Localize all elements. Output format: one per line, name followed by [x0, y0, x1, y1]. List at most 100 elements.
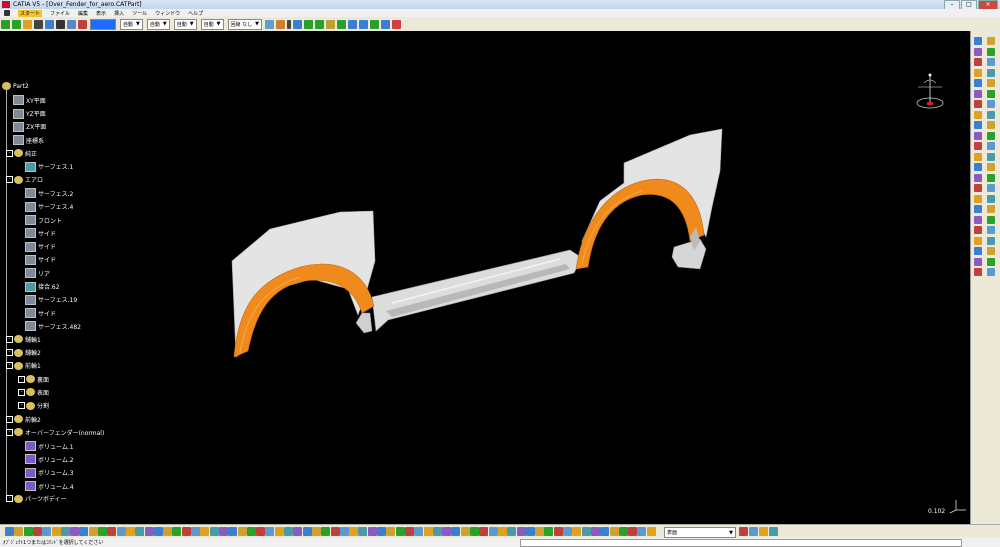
zoom-icon[interactable] [45, 19, 54, 29]
print-icon[interactable] [488, 527, 498, 536]
menu-view[interactable]: 表示 [96, 10, 106, 17]
extrude-icon[interactable] [336, 19, 346, 29]
save-icon[interactable] [107, 527, 117, 536]
spline-icon[interactable] [303, 19, 313, 29]
circle-icon[interactable] [974, 142, 982, 150]
sketch-icon[interactable] [377, 527, 386, 536]
tree-item[interactable]: YZ平面 [6, 108, 46, 119]
measure-icon[interactable] [56, 19, 65, 29]
open-icon[interactable] [172, 527, 182, 536]
expand-toggle-icon[interactable]: - [6, 149, 13, 157]
tree-item[interactable]: フロント [18, 215, 62, 225]
paste-icon[interactable] [70, 527, 80, 536]
render-option-icon[interactable] [749, 527, 758, 536]
menu-help[interactable]: ヘルプ [188, 10, 203, 17]
point-type-select[interactable]: 自動 ▼ [173, 18, 197, 30]
tree-item[interactable]: ZX平面 [6, 121, 46, 132]
cut-icon[interactable] [349, 527, 359, 536]
tree-item[interactable]: - 舗輪1 [6, 335, 41, 344]
expand-toggle-icon[interactable]: - [18, 375, 25, 383]
line-weight-select[interactable]: 自動 ▼ [146, 18, 170, 30]
point-icon[interactable] [974, 121, 982, 129]
sketch-icon[interactable] [228, 527, 238, 536]
paste-icon[interactable] [367, 527, 377, 536]
expand-toggle-icon[interactable]: - [6, 349, 13, 356]
render-option-icon[interactable] [739, 527, 748, 536]
new-icon[interactable] [535, 527, 545, 536]
tree-item[interactable]: - 裏面 [18, 375, 49, 384]
spline-icon[interactable] [987, 184, 995, 192]
analysis-icon[interactable] [391, 19, 401, 29]
paste-icon[interactable] [442, 527, 452, 536]
helix-icon[interactable] [974, 68, 982, 77]
copy-icon[interactable] [581, 527, 591, 536]
line-icon[interactable] [987, 37, 995, 45]
paste-icon[interactable] [144, 527, 154, 536]
pan-icon[interactable] [12, 19, 21, 29]
sketch-icon[interactable] [600, 527, 610, 536]
color-select[interactable] [90, 18, 116, 30]
new-icon[interactable] [163, 527, 173, 536]
print-icon[interactable] [637, 527, 647, 536]
save-icon[interactable] [479, 527, 489, 536]
copy-icon[interactable] [432, 527, 442, 536]
open-icon[interactable] [618, 527, 628, 536]
cut-icon[interactable] [572, 527, 582, 536]
print-icon[interactable] [191, 527, 200, 536]
line-icon[interactable] [987, 79, 995, 87]
transparency-select[interactable]: 自動 ▼ [200, 18, 224, 30]
curve-icon[interactable] [987, 173, 995, 182]
open-icon[interactable] [246, 527, 256, 536]
tree-item[interactable]: ボリューム.3 [18, 467, 74, 478]
expand-toggle-icon[interactable]: - [18, 388, 25, 396]
split-icon[interactable] [369, 19, 379, 29]
circle-icon[interactable] [974, 58, 982, 66]
line-type-select[interactable]: 自動 ▼ [120, 18, 143, 30]
3d-viewport[interactable] [0, 31, 970, 524]
surface-icon[interactable] [987, 110, 995, 119]
save-icon[interactable] [628, 527, 638, 536]
sketch-icon[interactable] [451, 527, 461, 536]
tree-item[interactable]: - 分割 [18, 401, 49, 410]
copy-icon[interactable] [284, 527, 293, 536]
open-icon[interactable] [321, 527, 331, 536]
open-icon[interactable] [23, 527, 33, 536]
trim-icon[interactable] [347, 19, 357, 29]
tree-item[interactable]: - 純正 [6, 149, 37, 158]
spline-icon[interactable] [987, 268, 995, 276]
copy-icon[interactable] [135, 527, 145, 536]
expand-toggle-icon[interactable]: - [6, 495, 13, 503]
curve-icon[interactable] [987, 215, 995, 224]
blend-icon[interactable] [314, 19, 324, 29]
cut-icon[interactable] [200, 527, 210, 536]
view-mode-select[interactable]: 表面 ▼ [664, 527, 736, 538]
cut-icon[interactable] [497, 527, 507, 536]
tree-item[interactable]: - 前輪2 [6, 415, 41, 424]
tree-item[interactable]: サイド [18, 254, 56, 265]
expand-toggle-icon[interactable]: - [6, 428, 13, 436]
circle-icon[interactable] [974, 268, 982, 276]
tree-root[interactable]: Part2 [2, 82, 29, 90]
copy-icon[interactable] [358, 527, 368, 536]
curve-icon[interactable] [987, 47, 995, 56]
line-icon[interactable] [987, 163, 995, 171]
render-option-icon[interactable] [759, 527, 768, 536]
tree-item[interactable]: ボリューム.4 [18, 481, 74, 491]
circle-icon[interactable] [974, 100, 982, 108]
tree-item[interactable]: XY平面 [6, 95, 46, 106]
curve-icon[interactable] [987, 131, 995, 140]
tree-item[interactable]: サーフェス.1 [18, 161, 73, 172]
print-icon[interactable] [265, 527, 275, 536]
surface-icon[interactable] [325, 19, 335, 29]
new-icon[interactable] [460, 527, 470, 536]
curve-icon[interactable] [292, 19, 302, 29]
tree-item[interactable]: サイド [18, 228, 56, 239]
menu-edit[interactable]: 編集 [78, 10, 88, 17]
save-icon[interactable] [330, 527, 340, 536]
menu-window[interactable]: ウィンドウ [155, 10, 180, 17]
layer-select[interactable]: 回線 なし ▼ [227, 18, 262, 30]
point-icon[interactable] [974, 163, 982, 171]
new-icon[interactable] [14, 527, 24, 536]
line-icon[interactable] [987, 247, 995, 255]
sketch-icon[interactable] [525, 527, 535, 536]
